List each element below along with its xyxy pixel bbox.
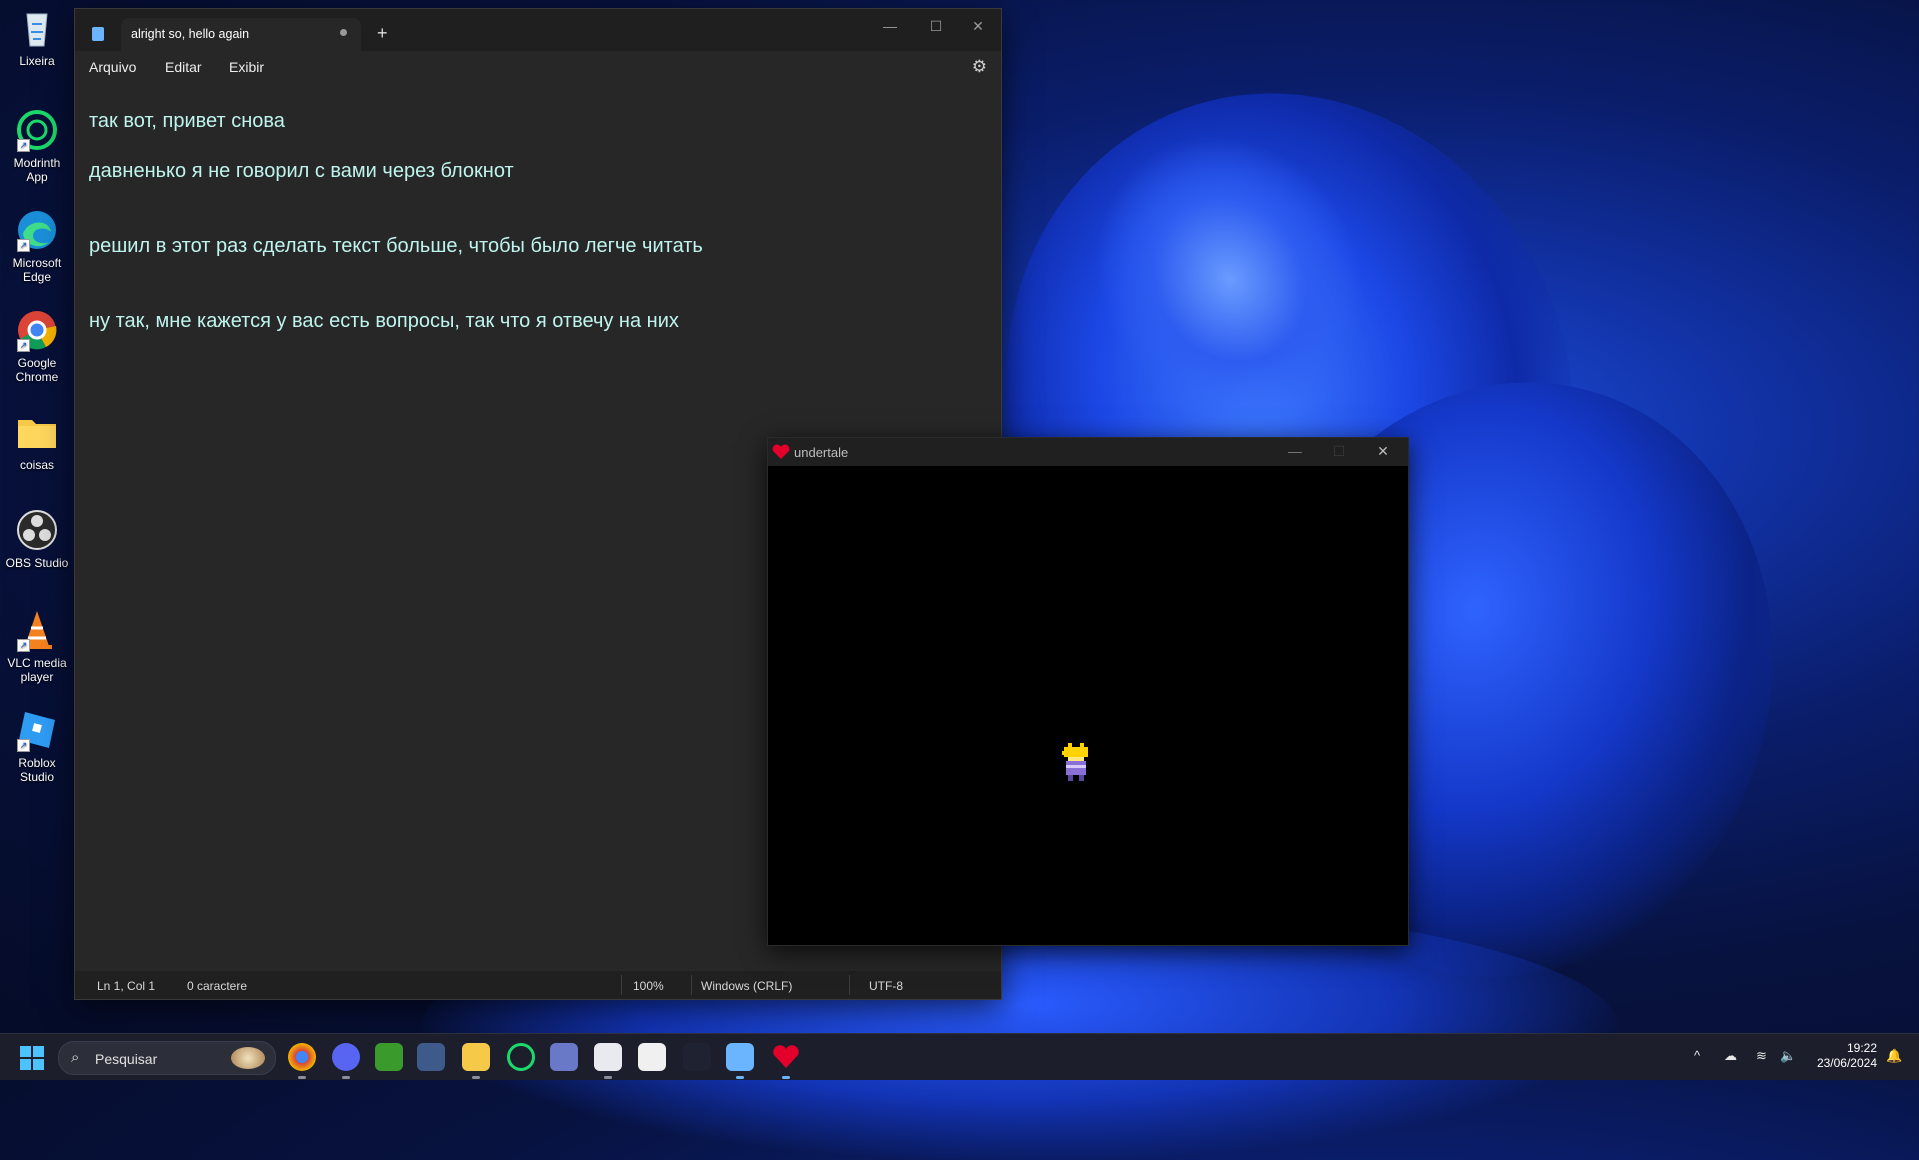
desktop-icon-label: VLC media player <box>7 656 67 684</box>
notepad-app-icon <box>92 27 104 41</box>
notification-bell-icon[interactable]: 🔔 <box>1886 1048 1902 1064</box>
desktop-icon-recycle-bin[interactable]: Lixeira <box>2 6 72 68</box>
desktop-icon-label: Roblox Studio <box>18 756 56 784</box>
clock-date: 23/06/2024 <box>1816 1056 1877 1070</box>
vlc-cone-icon: ↗ <box>15 608 59 652</box>
taskbar-search-box[interactable]: ⌕ Pesquisar <box>58 1041 276 1075</box>
obs-icon <box>15 508 59 552</box>
cursor-position: Ln 1, Col 1 <box>97 979 156 993</box>
maximize-icon[interactable]: ☐ <box>921 18 951 35</box>
tray-wifi-icon[interactable]: ≋ <box>1756 1048 1767 1064</box>
menu-view[interactable]: Exibir <box>229 59 264 75</box>
encoding[interactable]: UTF-8 <box>869 979 903 993</box>
taskbar-chrome-icon[interactable] <box>288 1043 316 1071</box>
unsaved-dot-icon[interactable] <box>340 29 347 36</box>
tab-title: alright so, hello again <box>131 27 250 41</box>
taskbar-paint-icon[interactable] <box>417 1043 445 1071</box>
taskbar-snipping-tool-icon[interactable] <box>594 1043 622 1071</box>
shortcut-arrow-icon: ↗ <box>17 339 30 352</box>
text-line: ну так, мне кажется у вас есть вопросы, … <box>89 310 679 332</box>
shortcut-arrow-icon: ↗ <box>17 239 30 252</box>
desktop-icon-obs[interactable]: OBS Studio <box>2 508 72 570</box>
taskbar-discord-icon[interactable] <box>332 1043 360 1071</box>
desktop-icon-label: Lixeira <box>19 54 55 68</box>
tray-volume-icon[interactable]: 🔈 <box>1780 1048 1796 1064</box>
shortcut-arrow-icon: ↗ <box>17 139 30 152</box>
maximize-icon: ☐ <box>1332 443 1346 459</box>
desktop-icon-label: Modrinth App <box>13 156 61 184</box>
desktop-icon-label: coisas <box>19 458 54 472</box>
desktop-icon-label: Google Chrome <box>15 356 59 384</box>
close-icon[interactable]: ✕ <box>963 18 993 35</box>
text-line: так вот, привет снова <box>89 110 285 132</box>
desktop-icon-chrome[interactable]: ↗ Google Chrome <box>2 308 72 384</box>
status-divider <box>849 975 850 995</box>
zoom-level[interactable]: 100% <box>633 979 664 993</box>
taskbar-undertale-heart-icon[interactable] <box>772 1043 800 1071</box>
minimize-icon[interactable]: — <box>875 18 905 34</box>
desktop-icon-label: Microsoft Edge <box>12 256 62 284</box>
undertale-titlebar[interactable]: undertale — ☐ ✕ <box>768 438 1408 466</box>
clock-time: 19:22 <box>1846 1041 1877 1055</box>
line-ending[interactable]: Windows (CRLF) <box>701 979 792 993</box>
modrinth-icon: ↗ <box>15 108 59 152</box>
goat-character-sprite-icon <box>1062 743 1088 781</box>
desktop-icon-vlc[interactable]: ↗ VLC media player <box>2 608 72 684</box>
status-divider <box>691 975 692 995</box>
char-count: 0 caractere <box>187 979 248 993</box>
undertale-window: undertale — ☐ ✕ <box>767 437 1409 946</box>
taskbar-store-icon[interactable] <box>638 1043 666 1071</box>
game-canvas[interactable] <box>768 466 1408 945</box>
desktop-icon-roblox-studio[interactable]: ↗ Roblox Studio <box>2 708 72 784</box>
search-icon: ⌕ <box>71 1049 80 1066</box>
taskbar: ⌕ Pesquisar ^ ☁ ≋ 🔈 19:22 23/06/2024 🔔 <box>0 1033 1919 1080</box>
taskbar-notepad-icon[interactable] <box>726 1043 754 1071</box>
taskbar-minecraft-icon[interactable] <box>375 1043 403 1071</box>
tray-chevron-up-icon[interactable]: ^ <box>1694 1048 1700 1063</box>
windows-start-icon[interactable] <box>20 1046 44 1070</box>
taskbar-clock[interactable]: 19:22 23/06/2024 <box>1817 1041 1877 1071</box>
shortcut-arrow-icon: ↗ <box>17 739 30 752</box>
shortcut-arrow-icon: ↗ <box>17 639 30 652</box>
chrome-icon: ↗ <box>15 308 59 352</box>
text-line: давненько я не говорил с вами через блок… <box>89 160 514 182</box>
menu-file[interactable]: Arquivo <box>89 59 136 75</box>
notepad-tab[interactable]: alright so, hello again <box>121 18 361 51</box>
menu-edit[interactable]: Editar <box>165 59 202 75</box>
tray-cloud-offline-icon[interactable]: ☁ <box>1724 1048 1737 1064</box>
desktop-icon-modrinth[interactable]: ↗ Modrinth App <box>2 108 72 184</box>
new-tab-plus-icon[interactable]: + <box>377 23 388 44</box>
close-icon[interactable]: ✕ <box>1368 443 1398 460</box>
taskbar-file-explorer-icon[interactable] <box>462 1043 490 1071</box>
status-divider <box>621 975 622 995</box>
minimize-icon[interactable]: — <box>1280 443 1310 459</box>
desktop-icon-folder[interactable]: coisas <box>2 410 72 472</box>
undertale-title: undertale <box>794 445 849 460</box>
text-line: решил в этот раз сделать текст больше, ч… <box>89 235 703 257</box>
roblox-studio-icon: ↗ <box>15 708 59 752</box>
desktop-icon-label: OBS Studio <box>5 556 69 570</box>
edge-icon: ↗ <box>15 208 59 252</box>
notepad-statusbar: Ln 1, Col 1 0 caractere 100% Windows (CR… <box>75 971 1001 999</box>
search-placeholder: Pesquisar <box>95 1051 158 1067</box>
taskbar-modrinth-icon[interactable] <box>507 1043 535 1071</box>
taskbar-app-icon[interactable] <box>550 1043 578 1071</box>
heart-icon <box>772 444 790 459</box>
recycle-bin-icon <box>15 6 59 50</box>
settings-gear-icon[interactable]: ⚙ <box>972 57 987 77</box>
notepad-titlebar[interactable]: alright so, hello again + — ☐ ✕ <box>75 9 1001 51</box>
desktop-icon-edge[interactable]: ↗ Microsoft Edge <box>2 208 72 284</box>
search-highlight-bowl-icon <box>231 1047 265 1069</box>
taskbar-app-icon[interactable] <box>683 1043 711 1071</box>
notepad-menubar: Arquivo Editar Exibir ⚙ <box>75 51 1001 83</box>
folder-icon <box>15 410 59 454</box>
